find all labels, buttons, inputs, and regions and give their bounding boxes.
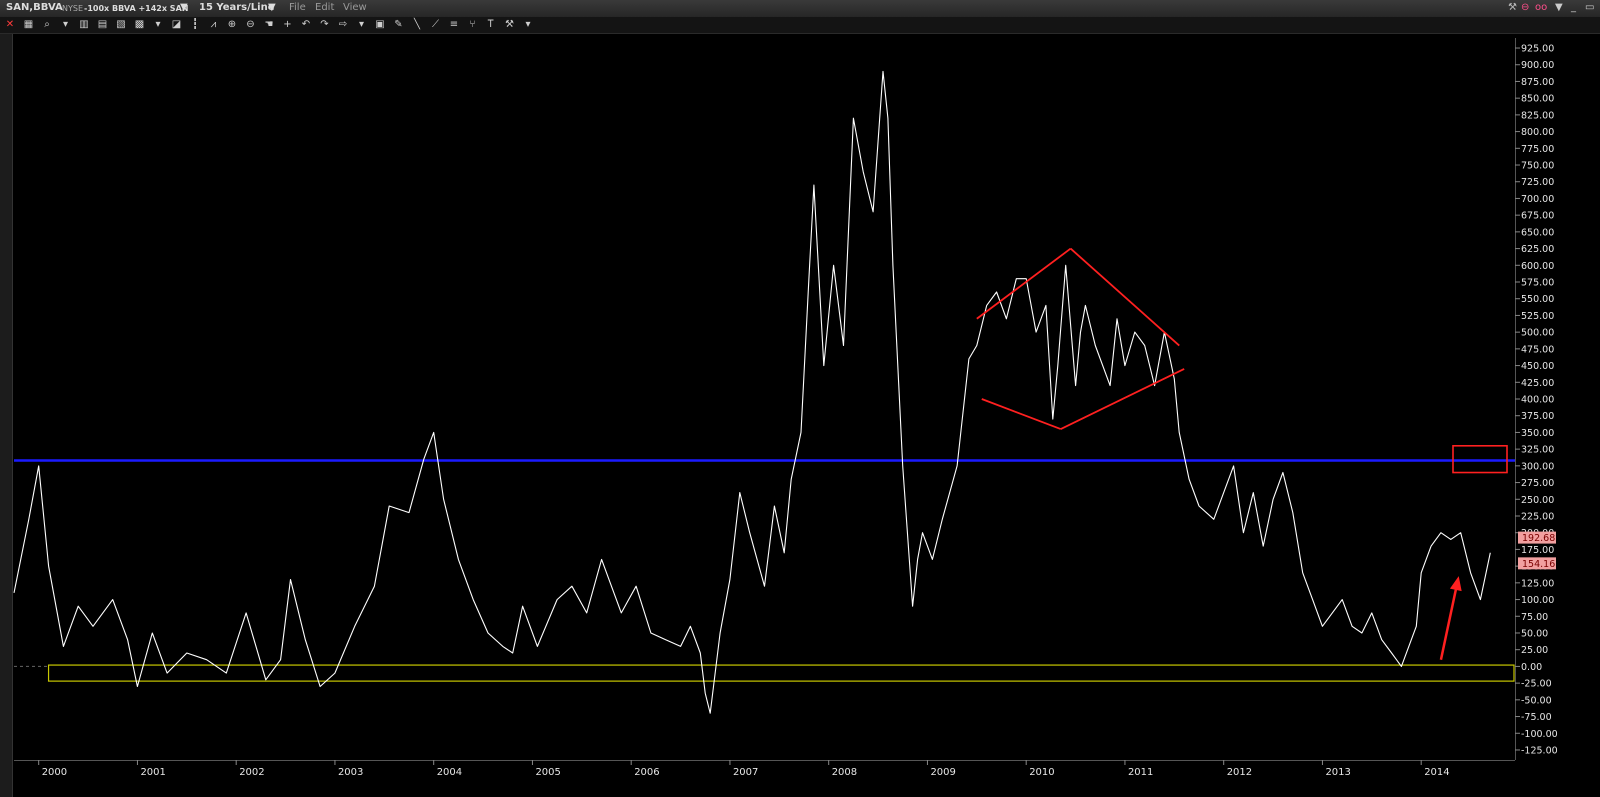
x-tick-label: 2012 [1227,767,1252,778]
x-tick-label: 2014 [1424,767,1449,778]
y-tick-label: 600.00 [1521,261,1554,272]
x-tick-label: 2002 [239,767,264,778]
x-tick-label: 2005 [535,767,560,778]
y-tick-label: 500.00 [1521,328,1554,339]
diamond-edge-upper-left [976,247,1072,320]
y-tick-label: 525.00 [1521,311,1554,322]
diamond-edge-lower-right [1060,368,1185,430]
y-tick-label: 625.00 [1521,244,1554,255]
arrow-head [1449,576,1462,592]
x-tick-label: 2009 [930,767,955,778]
y-tick-label: 575.00 [1521,278,1554,289]
y-tick-label: 400.00 [1521,395,1554,406]
x-tick-label: 2011 [1128,767,1153,778]
x-tick-label: 2004 [437,767,462,778]
y-tick-label: 550.00 [1521,294,1554,305]
x-tick-label: 2006 [634,767,659,778]
y-tick-label: 375.00 [1521,411,1554,422]
y-tick-label: 100.00 [1521,595,1554,606]
y-tick-label: 300.00 [1521,461,1554,472]
price-tag-label: 154.16 [1522,559,1555,570]
y-tick-label: -125.00 [1521,745,1558,756]
y-tick-label: 650.00 [1521,227,1554,238]
y-tick-label: 325.00 [1521,445,1554,456]
support-box [47,664,1515,682]
y-tick-label: 350.00 [1521,428,1554,439]
y-tick-label: 475.00 [1521,344,1554,355]
price-series-line [13,70,1491,714]
y-tick-label: 175.00 [1521,545,1554,556]
highlight-box [1452,444,1508,474]
x-tick-label: 2013 [1325,767,1350,778]
y-tick-label: 900.00 [1521,60,1554,71]
y-tick-label: 125.00 [1521,578,1554,589]
y-tick-label: 275.00 [1521,478,1554,489]
y-tick-label: 250.00 [1521,495,1554,506]
y-tick-label: 800.00 [1521,127,1554,138]
y-tick-label: 0.00 [1521,662,1542,673]
chart: 925.00 900.00 875.00 850.00 825.00 800.00 775.… [13,38,1558,778]
y-tick-label: 725.00 [1521,177,1554,188]
y-tick-label: 675.00 [1521,211,1554,222]
y-tick-label: 75.00 [1521,612,1548,623]
y-tick-label: 25.00 [1521,645,1548,656]
x-tick-label: 2001 [140,767,165,778]
y-tick-label: 700.00 [1521,194,1554,205]
x-tick-label: 2010 [1029,767,1054,778]
y-tick-label: 225.00 [1521,511,1554,522]
y-tick-label: 450.00 [1521,361,1554,372]
y-tick-label: 50.00 [1521,628,1548,639]
x-axis-line [14,760,1515,761]
y-tick-label: 750.00 [1521,161,1554,172]
x-tick-label: 2003 [338,767,363,778]
y-tick-label: -75.00 [1521,712,1552,723]
y-tick-label: 775.00 [1521,144,1554,155]
arrow-shaft [1439,588,1458,660]
y-tick-label: -25.00 [1521,679,1552,690]
y-tick-label: -50.00 [1521,695,1552,706]
y-tick-label: 825.00 [1521,110,1554,121]
x-tick-label: 2000 [42,767,67,778]
diamond-edge-lower-left [981,398,1062,430]
x-tick-label: 2007 [733,767,758,778]
x-tick-label: 2008 [832,767,857,778]
y-tick-label: 850.00 [1521,94,1554,105]
y-tick-label: 875.00 [1521,77,1554,88]
y-tick-label: 925.00 [1521,44,1554,55]
price-tag-label: 192.68 [1522,533,1555,544]
y-tick-label: -100.00 [1521,729,1558,740]
y-tick-label: 425.00 [1521,378,1554,389]
diamond-edge-upper-right [1070,247,1180,347]
